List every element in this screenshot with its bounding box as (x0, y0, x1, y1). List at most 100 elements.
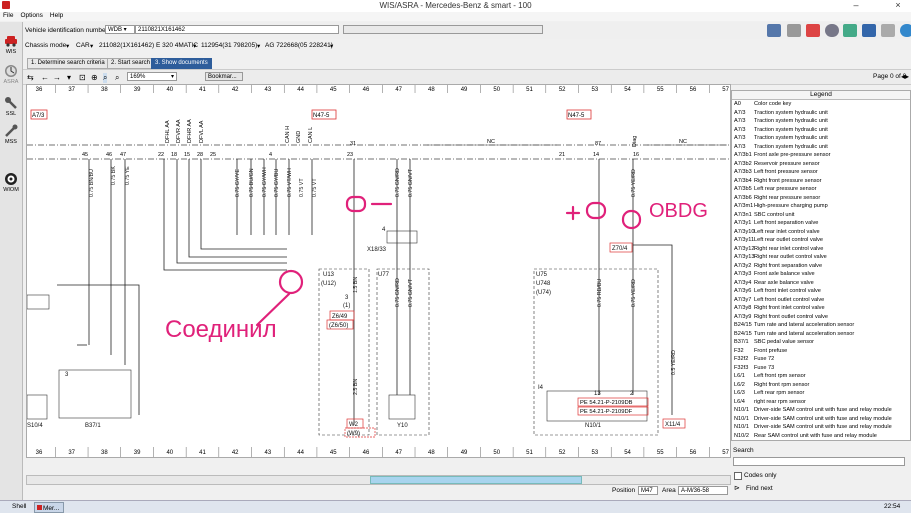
arrow-left-icon[interactable]: ← (41, 73, 49, 82)
legend-row[interactable]: A7/3y10Left rear inlet control valve (732, 228, 910, 237)
vehicle-icon[interactable] (767, 24, 781, 37)
legend-row[interactable]: A7/3y7 Left front outlet control valve (732, 296, 910, 305)
arrow-down-icon[interactable]: ▾ (67, 73, 71, 82)
legend-code: A7/3y7 (734, 296, 752, 303)
legend-row[interactable]: A7/3 Traction system hydraulic unit (732, 134, 910, 143)
legend-row[interactable]: B24/15 Turn rate and lateral acceleration… (732, 330, 910, 339)
zoom-window-icon[interactable]: ⊕ (91, 73, 98, 82)
legend-row[interactable]: A7/3b5 Left rear pressure sensor (732, 185, 910, 194)
legend-row[interactable]: A7/3y4 Rear axle balance valve (732, 279, 910, 288)
column-number: 39 (134, 450, 141, 456)
legend-row[interactable]: B24/15 Turn rate and lateral acceleration… (732, 321, 910, 330)
label-dfvl: DFVL AA (199, 120, 205, 143)
notes-icon[interactable] (881, 24, 895, 37)
legend-row[interactable]: A7/3n1 SBC control unit (732, 211, 910, 220)
wire-label-8: 0.75 VT/WH (287, 168, 293, 197)
legend-row[interactable]: F32 Front prefuse (732, 347, 910, 356)
legend-row[interactable]: A7/3 Traction system hydraulic unit (732, 126, 910, 135)
legend-row[interactable]: A7/3b6 Right rear pressure sensor (732, 194, 910, 203)
legend-row[interactable]: L6/1 Left front rpm sensor (732, 372, 910, 381)
chassis-model[interactable]: 211082(1X161462) E 320 4MATIC (99, 42, 198, 49)
label-nc-1: NC (487, 139, 495, 145)
taskbar-start[interactable]: Shell (12, 503, 26, 510)
find-next-button[interactable]: Find next (746, 485, 773, 492)
legend-row[interactable]: A7/3b1 Front axle pre-pressure sensor (732, 151, 910, 160)
close-button[interactable]: × (888, 0, 908, 10)
legend-row[interactable]: N10/1 Driver-side SAM control unit with f… (732, 415, 910, 424)
bookmark-button[interactable]: Bookmar... (205, 72, 243, 81)
eraser-icon[interactable] (806, 24, 820, 37)
taskbar-app-button[interactable]: Mer... (34, 502, 64, 513)
legend-row[interactable]: A7/3 Traction system hydraulic unit (732, 143, 910, 152)
legend-row[interactable]: A7/3y11Left rear outlet control valve (732, 236, 910, 245)
legend-row[interactable]: A7/3y2 Right front separation valve (732, 262, 910, 271)
menu-help[interactable]: Help (50, 12, 63, 19)
book-icon[interactable] (862, 24, 876, 37)
search-input[interactable] (733, 457, 905, 466)
legend-row[interactable]: F32f2 Fuse 72 (732, 355, 910, 364)
sidebar-item-wis[interactable]: WIS (1, 34, 21, 55)
zoom-icon[interactable]: ⌕ (115, 73, 119, 83)
legend-row[interactable]: A7/3y6 Left front inlet control valve (732, 287, 910, 296)
legend-code: A7/3b6 (734, 194, 752, 201)
legend-row[interactable]: L6/4 right rear rpm sensor (732, 398, 910, 407)
legend-row[interactable]: A7/3y8 Right front inlet control valve (732, 304, 910, 313)
vin-row: Vehicle identification number WDB ▾ 2110… (23, 22, 911, 39)
ref-a7-3: A7/3 (32, 113, 45, 119)
pe-ref-1[interactable]: PE 54.21-P-2109DB (580, 400, 633, 406)
legend-row[interactable]: A7/3b3 Left front pressure sensor (732, 168, 910, 177)
tab-start-search[interactable]: 2. Start search (107, 58, 155, 69)
legend-row[interactable]: A7/3y1 Left front separation valve (732, 219, 910, 228)
zoom-select[interactable]: 169% ▾ (127, 72, 177, 81)
wiring-diagram[interactable]: 36 37 38 39 40 41 42 43 44 45 46 47 48 49 50 51 52 53 54 55… (26, 84, 731, 458)
zoom-select-icon[interactable]: ⌕ (103, 73, 108, 83)
legend-row[interactable]: A7/3 Traction system hydraulic unit (732, 117, 910, 126)
sidebar-item-asra[interactable]: ASRA (1, 64, 21, 85)
help-icon[interactable] (900, 24, 911, 37)
legend-row[interactable]: A7/3y9 Right front outlet control valve (732, 313, 910, 322)
menu-file[interactable]: File (3, 12, 13, 19)
menu-options[interactable]: Options (20, 12, 42, 19)
minimize-button[interactable]: – (846, 0, 866, 10)
legend-row[interactable]: L6/3 Left rear rpm sensor (732, 389, 910, 398)
legend-row[interactable]: N10/2 Rear SAM control unit with fuse and… (732, 432, 910, 441)
legend-row[interactable]: L6/2 Right front rpm sensor (732, 381, 910, 390)
pe-ref-2[interactable]: PE 54.21-P-2109DF (580, 409, 633, 415)
sidebar-item-wiom[interactable]: WIOM (1, 172, 21, 193)
legend-row[interactable]: A7/3y3 Front axle balance valve (732, 270, 910, 279)
page-nav-icon[interactable]: ◂▸ (901, 72, 909, 81)
transmission-model[interactable]: AG 722668(05 228241) (265, 42, 333, 49)
sidebar-item-mss[interactable]: MSS (1, 124, 21, 145)
legend-row[interactable]: N10/1 Driver-side SAM control unit with f… (732, 423, 910, 432)
legend-row[interactable]: A7/3y12Right rear inlet control valve (732, 245, 910, 254)
legend-row[interactable]: A7/3y13Right rear outlet control valve (732, 253, 910, 262)
fit-icon[interactable]: ⊡ (79, 73, 86, 82)
tab-determine-search[interactable]: 1. Determine search criteria (27, 58, 109, 69)
legend-row[interactable]: F32f3 Fuse 73 (732, 364, 910, 373)
legend-row[interactable]: A7/3b4 Right front pressure sensor (732, 177, 910, 186)
chassis-mode-select[interactable]: ▾ (66, 42, 69, 50)
chassis-type[interactable]: CAR (76, 42, 90, 49)
legend-row[interactable]: B37/1 SBC pedal value sensor (732, 338, 910, 347)
find-next-icon[interactable]: ⊳ (734, 484, 740, 492)
codes-only-checkbox[interactable] (734, 472, 742, 480)
legend-row[interactable]: A7/3m1High-pressure charging pump (732, 202, 910, 211)
legend-row[interactable]: A0 Color code key (732, 100, 910, 109)
legend-text: Front prefuse (754, 347, 788, 354)
legend-row[interactable]: A7/3 Traction system hydraulic unit (732, 109, 910, 118)
legend-list[interactable]: A0 Color code key A7/3 Traction system hydr… (732, 100, 910, 440)
network-icon[interactable] (843, 24, 857, 37)
scroll-thumb[interactable] (370, 476, 582, 484)
arrow-right-icon[interactable]: → (53, 73, 61, 82)
vin-prefix-select[interactable]: WDB ▾ (105, 25, 135, 34)
engine-model[interactable]: 112954(31 798205) (201, 42, 257, 49)
codes-only-label: Codes only (744, 472, 777, 479)
sidebar-item-ssl[interactable]: SSL (1, 96, 21, 117)
pan-icon[interactable]: ⇆ (27, 73, 34, 82)
print-icon[interactable] (787, 24, 801, 37)
legend-row[interactable]: A7/3b2 Reservoir pressure sensor (732, 160, 910, 169)
vin-input[interactable]: 2110821X161462 (135, 25, 339, 34)
settings-icon[interactable] (825, 24, 839, 37)
tab-show-documents[interactable]: 3. Show documents (151, 58, 212, 69)
legend-row[interactable]: N10/1 Driver-side SAM control unit with f… (732, 406, 910, 415)
